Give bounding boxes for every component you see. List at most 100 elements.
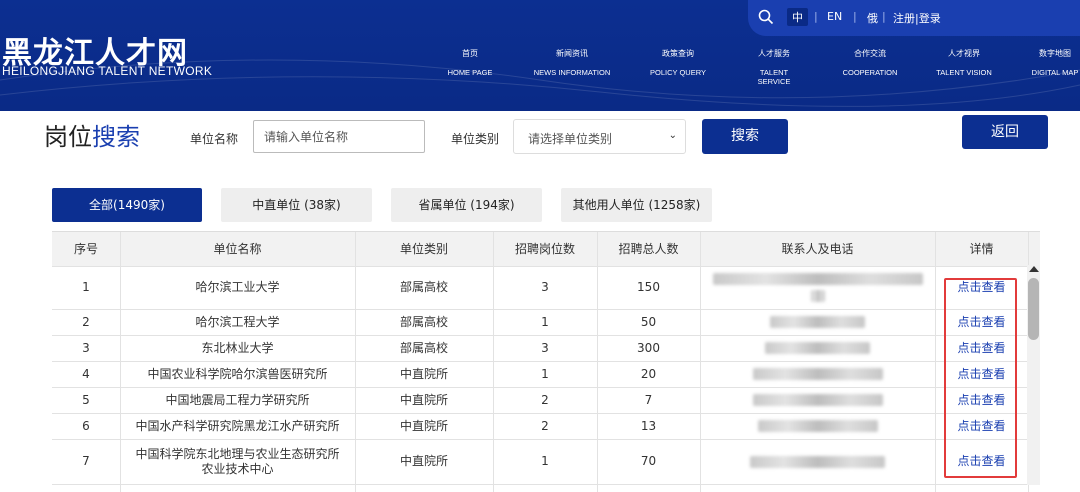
search-button[interactable]: 搜索 xyxy=(702,119,788,154)
col-header-total: 招聘总人数 xyxy=(618,241,679,256)
tab-central-units[interactable]: 中直单位 (38家) xyxy=(221,188,372,222)
tab-provincial-units[interactable]: 省属单位 (194家) xyxy=(391,188,542,222)
row-number: 4 xyxy=(82,366,90,381)
unit-type-label: 单位类别 xyxy=(451,132,500,146)
nav-label-en: POLICY QUERY xyxy=(650,68,706,77)
unit-type: 中直院所 xyxy=(399,418,448,433)
nav-talent-service[interactable]: 人才服务 TALENT SERVICE xyxy=(743,48,805,86)
top-utility-bar: 中 | EN | 俄 | 注册|登录 xyxy=(748,0,1080,36)
col-header-posts: 招聘岗位数 xyxy=(514,241,575,256)
contact-redacted xyxy=(700,266,935,309)
nav-label: 政策查询 xyxy=(662,49,694,58)
nav-label: 新闻资讯 xyxy=(556,49,588,58)
post-count: 1 xyxy=(541,314,549,329)
redacted-text xyxy=(810,290,825,302)
contact-redacted xyxy=(700,361,935,387)
contact-redacted xyxy=(700,309,935,335)
post-count: 3 xyxy=(541,280,549,294)
unit-name: 东北林业大学 xyxy=(201,340,274,355)
lang-separator: | xyxy=(882,10,886,23)
redacted-text xyxy=(770,316,865,328)
lang-en[interactable]: EN xyxy=(827,10,842,23)
redacted-text xyxy=(752,394,883,406)
contact-redacted xyxy=(700,413,935,439)
row-number: 5 xyxy=(82,392,90,407)
search-icon[interactable] xyxy=(758,9,774,25)
redacted-text xyxy=(712,273,923,285)
total-count: 150 xyxy=(637,280,660,294)
total-count: 50 xyxy=(640,314,657,329)
page-title-highlight: 搜索 xyxy=(92,123,140,151)
unit-name: 哈尔滨工程大学 xyxy=(195,314,280,329)
nav-cooperation[interactable]: 合作交流 COOPERATION xyxy=(841,48,899,77)
lang-separator: | xyxy=(853,10,857,23)
unit-name: 中国农业科学院哈尔滨兽医研究所 xyxy=(147,366,328,381)
nav-label-en: COOPERATION xyxy=(842,68,898,77)
nav-home[interactable]: 首页 HOME PAGE xyxy=(447,48,493,77)
nav-policy[interactable]: 政策查询 POLICY QUERY xyxy=(648,48,708,77)
unit-name-label: 单位名称 xyxy=(190,132,239,146)
col-header-detail: 详情 xyxy=(969,241,994,256)
site-logo-en: HEILONGJIANG TALENT NETWORK xyxy=(2,64,213,78)
post-count: 2 xyxy=(541,392,549,407)
contact-redacted xyxy=(700,387,935,413)
contact-redacted xyxy=(700,439,935,484)
redacted-text xyxy=(752,368,883,380)
unit-name: 中国水产科学研究院黑龙江水产研究所 xyxy=(135,418,340,433)
unit-name-input[interactable] xyxy=(253,120,425,153)
page-title-part: 岗位 xyxy=(44,123,92,151)
total-count: 20 xyxy=(640,366,657,381)
page-title: 岗位搜索 xyxy=(44,117,140,152)
lang-ru[interactable]: 俄 xyxy=(867,10,878,26)
total-count: 13 xyxy=(640,418,657,433)
tab-other-employers[interactable]: 其他用人单位 (1258家) xyxy=(561,188,712,222)
lang-zh[interactable]: 中 xyxy=(787,8,808,26)
employer-table: 序号 单位名称 单位类别 招聘岗位数 招聘总人数 联系人及电话 详情 1 哈尔滨… xyxy=(52,231,1040,492)
redacted-text xyxy=(750,455,885,468)
col-header-contact: 联系人及电话 xyxy=(781,241,854,256)
nav-news[interactable]: 新闻资讯 NEWS INFORMATION xyxy=(532,48,612,77)
back-button[interactable]: 返回 xyxy=(962,115,1048,149)
tab-all[interactable]: 全部(1490家) xyxy=(52,188,202,222)
chevron-down-icon: ⌄ xyxy=(668,130,677,141)
row-number: 7 xyxy=(82,454,90,468)
unit-type: 中直院所 xyxy=(399,454,448,468)
nav-label-en: TALENT VISION xyxy=(936,68,992,77)
nav-digital-map[interactable]: 数字地图 DIGITAL MAP xyxy=(1030,48,1080,77)
unit-type-select[interactable]: 请选择单位类别 ⌄ xyxy=(513,119,686,154)
nav-label-en: HOME PAGE xyxy=(447,68,493,77)
unit-type: 中直院所 xyxy=(399,392,448,407)
nav-label-en: TALENT SERVICE xyxy=(757,68,791,86)
col-header-no: 序号 xyxy=(73,241,98,256)
site-header: 黑龙江人才网 HEILONGJIANG TALENT NETWORK 中 | E… xyxy=(0,0,1080,111)
row-number: 2 xyxy=(82,314,90,329)
nav-label-en: DIGITAL MAP xyxy=(1031,68,1079,77)
nav-label: 数字地图 xyxy=(1039,49,1071,58)
unit-type: 部属高校 xyxy=(399,280,448,294)
post-count: 1 xyxy=(541,454,549,468)
unit-type: 部属高校 xyxy=(399,340,448,355)
scroll-up-icon[interactable] xyxy=(1029,266,1039,272)
unit-type: 部属高校 xyxy=(399,314,448,329)
post-count: 2 xyxy=(541,418,549,433)
redacted-text xyxy=(757,420,878,432)
col-header-unit-type: 单位类别 xyxy=(399,241,448,256)
nav-label: 首页 xyxy=(462,49,478,58)
redacted-text xyxy=(765,342,870,354)
row-number: 6 xyxy=(82,418,90,433)
unit-name: 哈尔滨工业大学 xyxy=(195,280,280,294)
lang-separator: | xyxy=(814,10,818,23)
row-number: 3 xyxy=(82,340,90,355)
total-count: 7 xyxy=(644,392,653,407)
nav-talent-vision[interactable]: 人才视界 TALENT VISION xyxy=(935,48,993,77)
unit-name: 中国科学院东北地理与农业生态研究所农业技术中心 xyxy=(135,446,340,476)
nav-label: 合作交流 xyxy=(854,49,886,58)
total-count: 70 xyxy=(640,454,657,468)
post-count: 3 xyxy=(541,340,549,355)
unit-type: 中直院所 xyxy=(399,366,448,381)
register-login-link[interactable]: 注册|登录 xyxy=(893,10,941,26)
col-header-unit-name: 单位名称 xyxy=(213,241,262,256)
unit-type-selected: 请选择单位类别 xyxy=(528,132,613,146)
nav-label-en: NEWS INFORMATION xyxy=(533,68,611,77)
scrollbar-thumb[interactable] xyxy=(1028,278,1039,340)
